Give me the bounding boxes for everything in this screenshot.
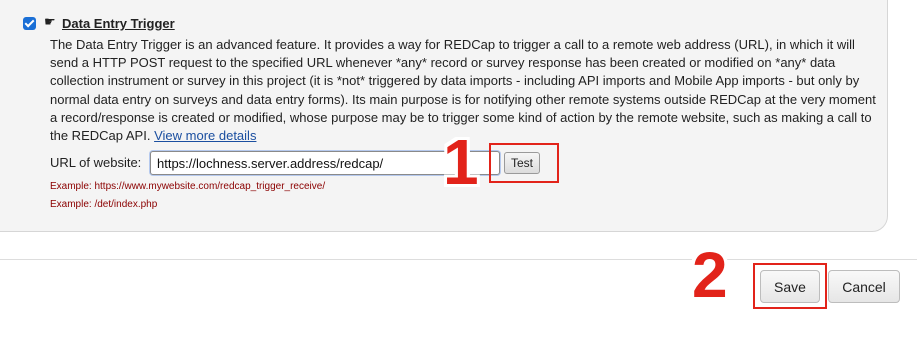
cancel-button[interactable]: Cancel bbox=[828, 270, 900, 303]
highlight-box-test bbox=[489, 143, 559, 183]
annotation-marker-2: 2 bbox=[692, 239, 728, 311]
example-url-1: Example: https://www.mywebsite.com/redca… bbox=[50, 181, 326, 192]
annotation-marker-1: 1 bbox=[443, 126, 479, 198]
pointing-hand-icon: ☛ bbox=[44, 14, 56, 29]
footer-divider bbox=[0, 259, 917, 260]
view-more-details-link[interactable]: View more details bbox=[154, 128, 256, 143]
example-url-2: Example: /det/index.php bbox=[50, 199, 158, 210]
data-entry-trigger-title: Data Entry Trigger bbox=[62, 16, 175, 31]
highlight-box-save bbox=[753, 263, 827, 309]
data-entry-trigger-checkbox[interactable] bbox=[23, 17, 36, 30]
url-field-label: URL of website: bbox=[50, 155, 142, 170]
